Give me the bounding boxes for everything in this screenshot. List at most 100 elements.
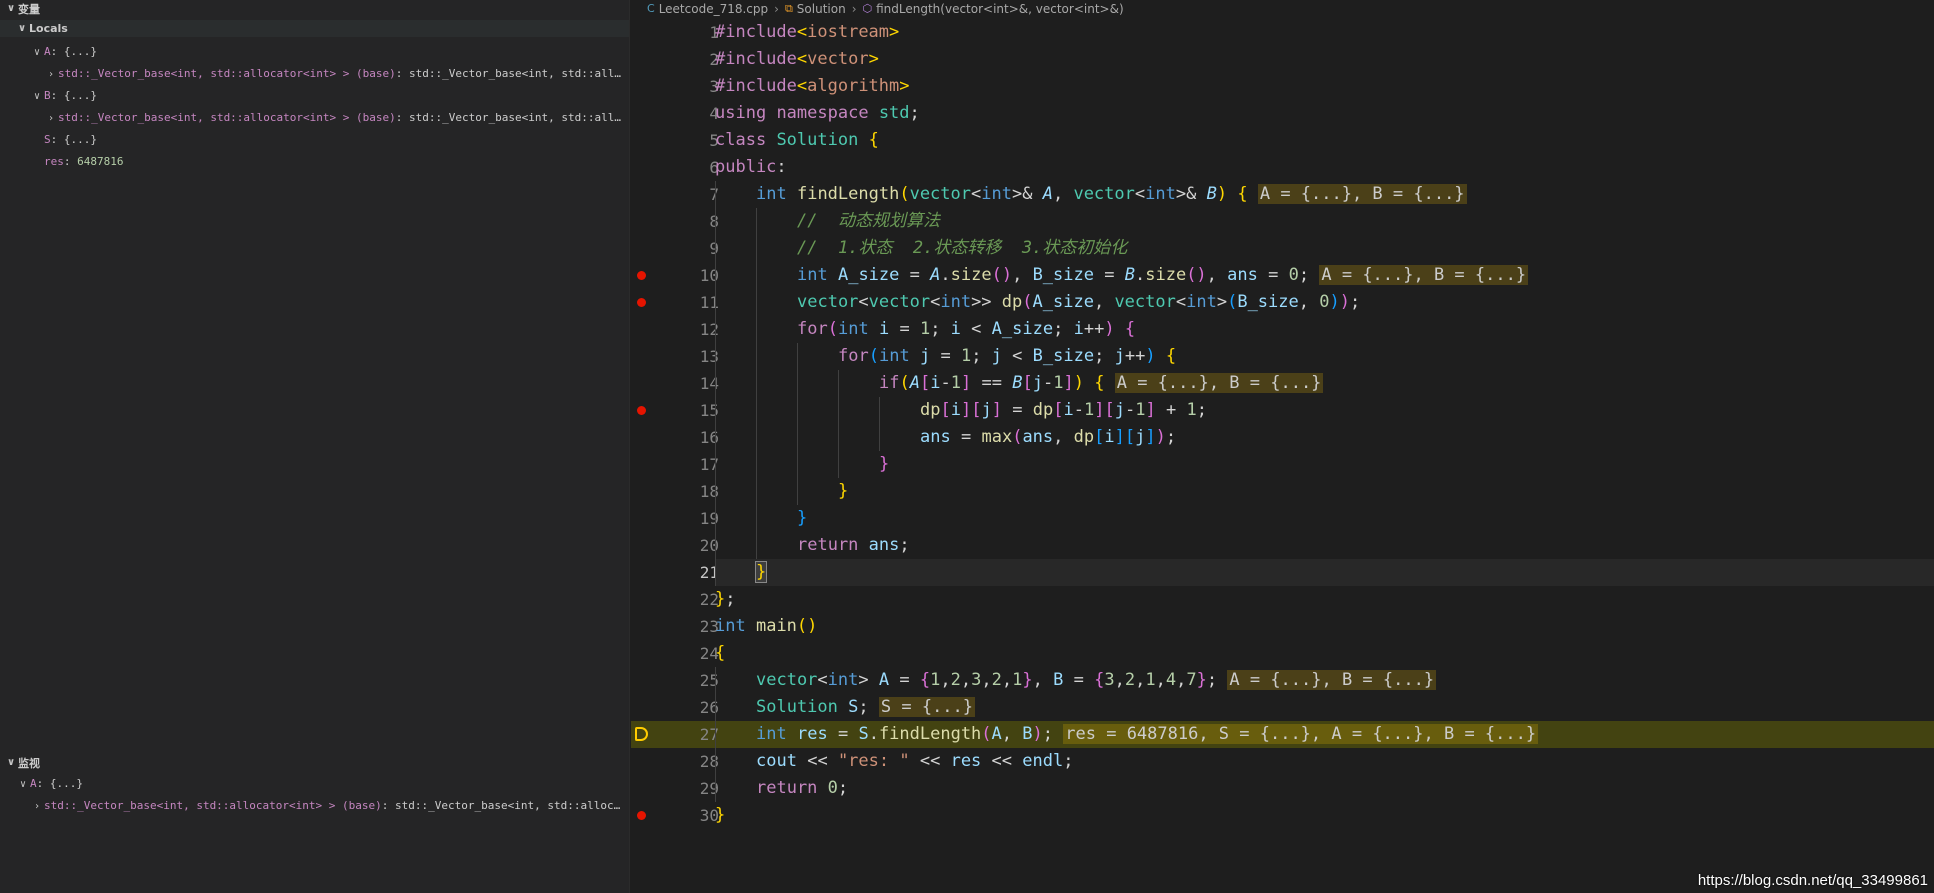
breakpoint-gutter[interactable] xyxy=(631,370,655,397)
code-line[interactable]: 30} xyxy=(631,802,1934,829)
breadcrumb-method[interactable]: findLength(vector<int>&, vector<int>&) xyxy=(876,2,1124,16)
variable-row[interactable]: res: 6487816 xyxy=(0,152,629,172)
breakpoint-gutter[interactable] xyxy=(631,532,655,559)
breakpoint-gutter[interactable] xyxy=(631,262,655,289)
code-content[interactable]: // 动态规划算法 xyxy=(715,208,1934,235)
code-line[interactable]: 13 for(int j = 1; j < B_size; j++) { xyxy=(631,343,1934,370)
variable-row[interactable]: S: {...} xyxy=(0,130,629,150)
code-content[interactable]: #include<iostream> xyxy=(715,19,1934,46)
code-line[interactable]: 28 cout << "res: " << res << endl; xyxy=(631,748,1934,775)
locals-scope-header[interactable]: ∨ Locals xyxy=(0,20,629,37)
code-line[interactable]: 3 #include<algorithm> xyxy=(631,73,1934,100)
code-line[interactable]: 9 // 1.状态 2.状态转移 3.状态初始化 xyxy=(631,235,1934,262)
breakpoint-gutter[interactable] xyxy=(631,46,655,73)
breakpoint-gutter[interactable] xyxy=(631,505,655,532)
code-content[interactable]: }; xyxy=(715,586,1934,613)
code-line[interactable]: 11 vector<vector<int>> dp(A_size, vector<… xyxy=(631,289,1934,316)
code-content[interactable]: ans = max(ans, dp[i][j]); xyxy=(715,424,1934,451)
breakpoint-gutter[interactable] xyxy=(631,478,655,505)
code-content[interactable]: int findLength(vector<int>& A, vector<in… xyxy=(715,181,1934,208)
code-content[interactable]: dp[i][j] = dp[i-1][j-1] + 1; xyxy=(715,397,1934,424)
breakpoint-gutter[interactable] xyxy=(631,100,655,127)
breakpoint-gutter[interactable] xyxy=(631,586,655,613)
breakpoint-icon[interactable] xyxy=(637,298,646,307)
code-line[interactable]: 1 #include<iostream> xyxy=(631,19,1934,46)
breakpoint-gutter[interactable] xyxy=(631,721,655,748)
code-line[interactable]: 17} xyxy=(631,451,1934,478)
breakpoint-gutter[interactable] xyxy=(631,73,655,100)
breakpoint-gutter[interactable] xyxy=(631,397,655,424)
breakpoint-gutter[interactable] xyxy=(631,667,655,694)
code-content[interactable]: vector<int> A = {1,2,3,2,1}, B = {3,2,1,… xyxy=(715,667,1934,694)
code-line[interactable]: 19} xyxy=(631,505,1934,532)
code-content[interactable]: cout << "res: " << res << endl; xyxy=(715,748,1934,775)
variable-row[interactable]: ∨ A: {...} xyxy=(0,774,629,794)
code-content[interactable]: } xyxy=(715,478,1934,505)
chevron-right-icon[interactable]: › xyxy=(44,65,58,84)
code-content[interactable]: int res = S.findLength(A, B); res = 6487… xyxy=(715,721,1934,748)
variable-row[interactable]: › std::_Vector_base<int, std::allocator<i… xyxy=(0,108,629,128)
code-line[interactable]: 12 for(int i = 1; i < A_size; i++) { xyxy=(631,316,1934,343)
breakpoint-gutter[interactable] xyxy=(631,640,655,667)
code-line[interactable]: 29 return 0; xyxy=(631,775,1934,802)
code-content[interactable]: #include<algorithm> xyxy=(715,73,1934,100)
code-line[interactable]: 22}; xyxy=(631,586,1934,613)
variable-row[interactable]: ∨ A: {...} xyxy=(0,42,629,62)
code-content[interactable]: // 1.状态 2.状态转移 3.状态初始化 xyxy=(715,235,1934,262)
code-content[interactable]: } xyxy=(715,505,1934,532)
code-line[interactable]: 7int findLength(vector<int>& A, vector<i… xyxy=(631,181,1934,208)
code-content[interactable]: } xyxy=(715,559,1934,586)
breadcrumb-class[interactable]: Solution xyxy=(797,2,846,16)
code-line[interactable]: 16 ans = max(ans, dp[i][j]); xyxy=(631,424,1934,451)
code-line[interactable]: 2 #include<vector> xyxy=(631,46,1934,73)
breadcrumb-file[interactable]: Leetcode_718.cpp xyxy=(659,2,768,16)
code-line[interactable]: 6 public: xyxy=(631,154,1934,181)
code-content[interactable]: using namespace std; xyxy=(715,100,1934,127)
code-line[interactable]: 10 int A_size = A.size(), B_size = B.size… xyxy=(631,262,1934,289)
breakpoint-gutter[interactable] xyxy=(631,181,655,208)
breakpoint-gutter[interactable] xyxy=(631,559,655,586)
breakpoint-gutter[interactable] xyxy=(631,424,655,451)
breakpoint-icon[interactable] xyxy=(637,271,646,280)
breakpoint-gutter[interactable] xyxy=(631,235,655,262)
code-line[interactable]: 18} xyxy=(631,478,1934,505)
code-line[interactable]: 27 int res = S.findLength(A, B); res = 64… xyxy=(631,721,1934,748)
breakpoint-gutter[interactable] xyxy=(631,127,655,154)
code-content[interactable]: class Solution { xyxy=(715,127,1934,154)
breakpoint-gutter[interactable] xyxy=(631,208,655,235)
code-line[interactable]: 14 if(A[i-1] == B[j-1]) { A = {...}, B = … xyxy=(631,370,1934,397)
code-line[interactable]: 20 return ans; xyxy=(631,532,1934,559)
breakpoint-icon[interactable] xyxy=(637,811,646,820)
chevron-down-icon[interactable]: ∨ xyxy=(16,775,30,794)
code-content[interactable]: { xyxy=(715,640,1934,667)
code-content[interactable]: int main() xyxy=(715,613,1934,640)
code-content[interactable]: return 0; xyxy=(715,775,1934,802)
breakpoint-gutter[interactable] xyxy=(631,289,655,316)
code-content[interactable]: Solution S; S = {...} xyxy=(715,694,1934,721)
variable-row[interactable]: › std::_Vector_base<int, std::allocator<i… xyxy=(0,64,629,84)
breakpoint-gutter[interactable] xyxy=(631,343,655,370)
code-line[interactable]: 23 int main() xyxy=(631,613,1934,640)
code-content[interactable]: public: xyxy=(715,154,1934,181)
variable-row[interactable]: › std::_Vector_base<int, std::allocator<i… xyxy=(0,796,629,816)
code-content[interactable]: #include<vector> xyxy=(715,46,1934,73)
code-content[interactable]: vector<vector<int>> dp(A_size, vector<in… xyxy=(715,289,1934,316)
code-line[interactable]: 21} xyxy=(631,559,1934,586)
chevron-down-icon[interactable]: ∨ xyxy=(30,87,44,106)
code-content[interactable]: if(A[i-1] == B[j-1]) { A = {...}, B = {.… xyxy=(715,370,1934,397)
breakpoint-gutter[interactable] xyxy=(631,316,655,343)
code-content[interactable]: for(int i = 1; i < A_size; i++) { xyxy=(715,316,1934,343)
code-line[interactable]: 26 Solution S; S = {...} xyxy=(631,694,1934,721)
breakpoint-gutter[interactable] xyxy=(631,748,655,775)
breakpoint-gutter[interactable] xyxy=(631,802,655,829)
breakpoint-gutter[interactable] xyxy=(631,19,655,46)
code-line[interactable]: 8 // 动态规划算法 xyxy=(631,208,1934,235)
watch-section-header[interactable]: ∨ 监视 xyxy=(0,754,629,771)
code-content[interactable]: return ans; xyxy=(715,532,1934,559)
chevron-right-icon[interactable]: › xyxy=(44,109,58,128)
variables-section-header[interactable]: ∨ 变量 xyxy=(0,0,629,17)
code-line[interactable]: 24{ xyxy=(631,640,1934,667)
code-line[interactable]: 15 dp[i][j] = dp[i-1][j-1] + 1; xyxy=(631,397,1934,424)
code-content[interactable]: int A_size = A.size(), B_size = B.size()… xyxy=(715,262,1934,289)
chevron-right-icon[interactable]: › xyxy=(30,797,44,816)
